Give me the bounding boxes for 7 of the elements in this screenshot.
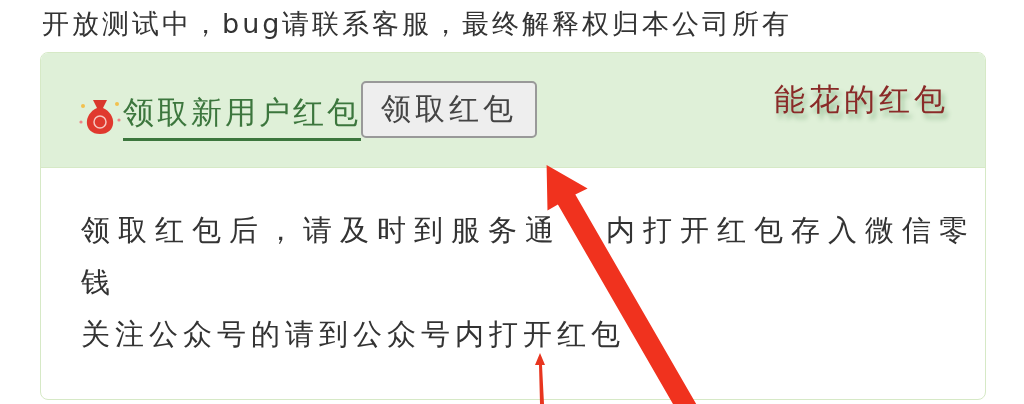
instruction-text: 领取红包后，请及时到服务通 (81, 212, 562, 249)
claim-button[interactable]: 领取红包 (361, 80, 537, 138)
notice-text: 开放测试中，bug请联系客服，最终解释权归本公司所有 (41, 7, 794, 41)
instruction-text: 内打开红包存入微信零 (606, 212, 976, 249)
instruction-text: 钱 (81, 264, 118, 301)
instruction-text: 关注公众号的请到公众号内打开红包 (81, 316, 625, 353)
panel-title: 能花的红包 (774, 80, 949, 119)
